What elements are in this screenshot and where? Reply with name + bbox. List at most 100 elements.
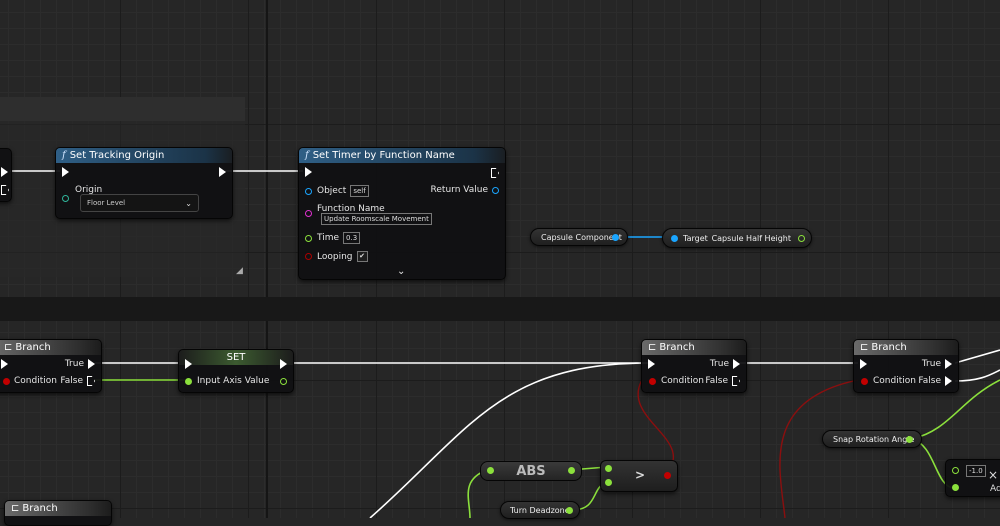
abs-out-pin[interactable] [568,467,575,474]
true-exec-pin[interactable] [88,359,95,369]
function-name-pin[interactable] [305,210,312,217]
multiply-node[interactable]: -1.0 × Ad [945,459,1000,497]
node-header[interactable]: f Set Timer by Function Name [299,148,505,163]
exec-in-pin[interactable] [1,359,8,369]
target-pin[interactable] [671,234,678,242]
node-title: Branch [659,342,695,353]
node-header[interactable]: ⊏ Branch [5,501,111,516]
node-title: Branch [15,342,51,353]
false-label: False [60,376,83,386]
capsule-component-label: Capsule Component [541,232,622,242]
origin-dropdown-value: Floor Level [87,199,126,207]
turn-deadzone-node[interactable]: Turn Deadzone [500,501,580,519]
target-label: Target [683,233,708,243]
origin-dropdown[interactable]: Floor Level ⌄ [80,194,199,212]
false-label: False [705,376,728,386]
exec-in-pin[interactable] [305,167,312,177]
exec-wire [954,369,1000,382]
abs-in-pin[interactable] [487,467,494,474]
greater-label: > [635,468,646,482]
greater-out-pin[interactable] [664,472,671,479]
looping-checkbox[interactable]: ✔ [356,251,368,262]
exec-wire [369,362,649,518]
exec-out-pin[interactable] [1,185,9,195]
branch-node[interactable]: ⊏ Branch True Condition False [641,339,747,393]
false-exec-pin[interactable] [87,376,95,386]
exec-in-pin[interactable] [62,167,69,177]
greater-a-pin[interactable] [605,465,612,472]
exec-out-pin[interactable] [280,359,287,369]
greater-b-pin[interactable] [605,479,612,486]
exec-in-pin[interactable] [648,359,655,369]
false-label: False [918,376,941,386]
turn-deadzone-out-pin[interactable] [566,506,573,514]
origin-pin[interactable] [62,195,69,202]
exec-in-pin[interactable] [860,359,867,369]
exec-in-pin[interactable] [185,359,192,369]
looping-label: Looping [317,251,353,262]
false-exec-pin[interactable] [945,376,952,386]
false-exec-pin[interactable] [732,376,740,386]
capsule-half-height-label: Capsule Half Height [711,233,791,243]
turn-deadzone-label: Turn Deadzone [510,505,570,515]
branch-icon: ⊏ [4,342,13,353]
snap-rotation-angle-label: Snap Rotation Angle [833,434,915,444]
true-label: True [64,359,84,369]
snap-rotation-angle-node[interactable]: Snap Rotation Angle [822,430,922,448]
capsule-component-out-pin[interactable] [612,233,619,241]
set-tracking-origin-node[interactable]: f Set Tracking Origin Origin Floor Level… [55,147,233,219]
node-header[interactable]: ⊏ Branch [642,340,746,355]
abs-node[interactable]: ABS [480,461,582,481]
true-exec-pin[interactable] [733,359,740,369]
capsule-half-height-out-pin[interactable] [798,234,805,242]
node-header[interactable]: f Set Tracking Origin [56,148,232,163]
condition-pin[interactable] [861,377,868,385]
node-header[interactable]: ⊏ Branch [0,340,101,355]
branch-icon: ⊏ [11,503,20,514]
branch-node[interactable]: ⊏ Branch True Condition False [0,339,102,393]
capsule-half-height-node[interactable]: Target Capsule Half Height [662,228,812,248]
multiply-b-pin[interactable] [952,484,959,491]
true-exec-pin[interactable] [945,359,952,369]
node-header[interactable]: ⊏ Branch [854,340,958,355]
time-input[interactable]: 0.3 [343,232,361,244]
multiply-icon: × [988,468,999,482]
condition-label: Condition [14,376,57,386]
exec-out-pin[interactable] [219,167,226,177]
node-header[interactable]: SET [179,350,293,365]
bool-wire [779,379,859,518]
exec-out-pin[interactable] [491,168,499,178]
true-label: True [921,359,941,369]
object-value[interactable]: self [350,185,369,197]
set-timer-node[interactable]: f Set Timer by Function Name Object self… [298,147,506,280]
node-title: SET [226,352,246,363]
branch-node[interactable]: ⊏ Branch True Condition False [853,339,959,393]
expand-advanced-icon[interactable]: ⌄ [397,266,405,277]
branch-icon: ⊏ [860,342,869,353]
condition-label: Condition [873,376,916,386]
object-pin[interactable] [305,187,312,195]
branch-node[interactable]: ⊏ Branch [4,500,112,526]
set-output-pin[interactable] [280,378,287,385]
partial-node-left[interactable] [0,148,12,202]
looping-pin[interactable] [305,253,312,260]
function-name-input[interactable]: Update Roomscale Movement [321,213,432,225]
input-axis-value-pin[interactable] [185,377,192,385]
greater-than-node[interactable]: > [600,460,678,492]
return-value-label: Return Value [430,185,488,195]
multiply-value-input[interactable]: -1.0 [966,465,986,477]
capsule-component-node[interactable]: Capsule Component [530,228,628,246]
multiply-a-pin[interactable] [952,467,959,474]
function-icon: f [62,150,66,161]
branch-icon: ⊏ [648,342,657,353]
snap-rotation-out-pin[interactable] [906,435,913,443]
function-icon: f [305,150,309,161]
condition-pin[interactable] [649,377,656,385]
set-variable-node[interactable]: SET Input Axis Value [178,349,294,393]
node-title: Branch [22,503,58,514]
exec-out-pin[interactable] [1,167,8,177]
return-value-pin[interactable] [492,186,499,194]
node-title: Set Tracking Origin [69,150,165,161]
condition-pin[interactable] [3,377,10,385]
time-pin[interactable] [305,234,312,242]
